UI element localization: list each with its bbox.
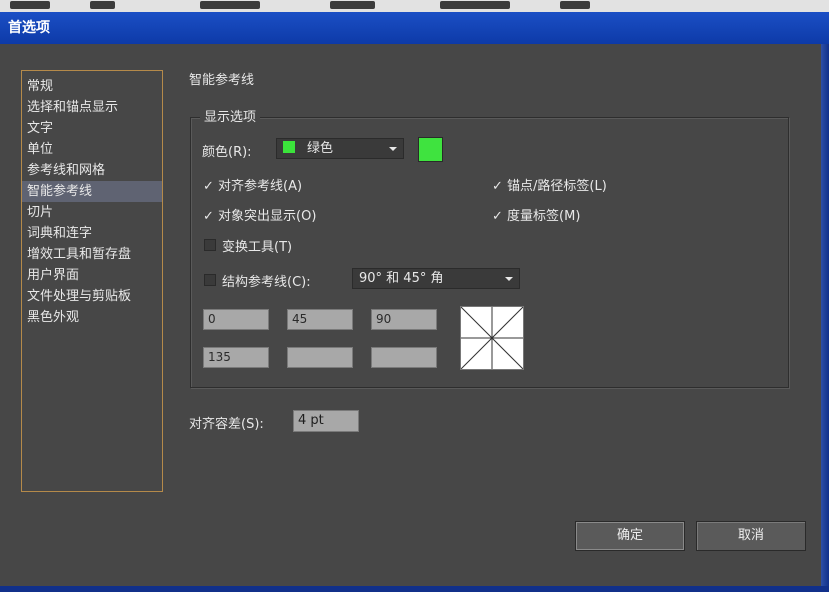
cancel-button[interactable]: 取消 — [696, 521, 806, 551]
sidebar-item-appearance-of-black[interactable]: 黑色外观 — [22, 307, 162, 328]
color-dropdown[interactable]: 绿色 — [276, 138, 404, 159]
color-dropdown-value: 绿色 — [307, 141, 334, 156]
object-highlighting-label: 对象突出显示(O) — [218, 209, 317, 224]
transform-tools-label: 变换工具(T) — [222, 240, 293, 255]
dialog-border — [0, 586, 829, 592]
anchor-path-labels-label: 锚点/路径标签(L) — [507, 179, 607, 194]
construction-guides-checkbox[interactable] — [204, 274, 216, 286]
snapping-tolerance-input[interactable]: 4 pt — [293, 410, 359, 432]
align-guides-label: 对齐参考线(A) — [218, 179, 303, 194]
sidebar-item-user-interface[interactable]: 用户界面 — [22, 265, 162, 286]
measurement-labels-checkbox[interactable]: ✓ 度量标签(M) — [492, 205, 580, 224]
background-artifact — [330, 1, 375, 9]
sidebar-item-selection-anchor-display[interactable]: 选择和锚点显示 — [22, 97, 162, 118]
angle-input-5[interactable] — [287, 347, 353, 368]
sidebar-item-slices[interactable]: 切片 — [22, 202, 162, 223]
sidebar-item-plugins-scratch-disks[interactable]: 增效工具和暂存盘 — [22, 244, 162, 265]
preferences-category-list[interactable]: 常规 选择和锚点显示 文字 单位 参考线和网格 智能参考线 切片 词典和连字 增… — [21, 70, 163, 492]
display-options-title: 显示选项 — [200, 106, 261, 125]
background-artifact — [440, 1, 510, 9]
construction-guides-label: 结构参考线(C): — [222, 275, 311, 290]
dialog-title-bar[interactable]: 首选项 — [0, 12, 829, 44]
background-artifact — [10, 1, 50, 9]
sidebar-item-units[interactable]: 单位 — [22, 139, 162, 160]
sidebar-item-file-handling-clipboard[interactable]: 文件处理与剪贴板 — [22, 286, 162, 307]
anchor-path-labels-checkbox[interactable]: ✓ 锚点/路径标签(L) — [492, 175, 607, 194]
construction-angles-value: 90° 和 45° 角 — [359, 271, 444, 286]
sidebar-item-type[interactable]: 文字 — [22, 118, 162, 139]
angle-input-2[interactable]: 45 — [287, 309, 353, 330]
background-artifact — [90, 1, 115, 9]
color-label: 颜色(R): — [202, 145, 252, 160]
construction-angles-dropdown[interactable]: 90° 和 45° 角 — [352, 268, 520, 289]
dialog-border — [821, 44, 829, 592]
angle-input-3[interactable]: 90 — [371, 309, 437, 330]
angle-input-6[interactable] — [371, 347, 437, 368]
check-icon: ✓ — [203, 209, 214, 224]
sidebar-item-guides-grid[interactable]: 参考线和网格 — [22, 160, 162, 181]
chevron-down-icon — [389, 147, 397, 151]
background-artifact — [200, 1, 260, 9]
snapping-tolerance-label: 对齐容差(S): — [189, 417, 264, 432]
transform-tools-checkbox[interactable] — [204, 239, 216, 251]
check-icon: ✓ — [492, 209, 503, 224]
angle-input-1[interactable]: 0 — [203, 309, 269, 330]
background-artifact — [560, 1, 590, 9]
angle-input-4[interactable]: 135 — [203, 347, 269, 368]
align-guides-checkbox[interactable]: ✓ 对齐参考线(A) — [203, 175, 302, 194]
chevron-down-icon — [505, 277, 513, 281]
sidebar-item-hyphenation[interactable]: 词典和连字 — [22, 223, 162, 244]
dialog-title: 首选项 — [8, 20, 50, 36]
background-strip — [0, 0, 829, 12]
check-icon: ✓ — [492, 179, 503, 194]
sidebar-item-general[interactable]: 常规 — [22, 76, 162, 97]
section-title: 智能参考线 — [189, 73, 255, 88]
object-highlighting-checkbox[interactable]: ✓ 对象突出显示(O) — [203, 205, 316, 224]
angle-preview-icon — [460, 306, 524, 370]
check-icon: ✓ — [203, 179, 214, 194]
ok-button[interactable]: 确定 — [575, 521, 685, 551]
sidebar-item-smart-guides[interactable]: 智能参考线 — [22, 181, 162, 202]
measurement-labels-label: 度量标签(M) — [507, 209, 581, 224]
custom-color-swatch[interactable] — [418, 137, 443, 162]
color-swatch-icon — [283, 141, 295, 153]
